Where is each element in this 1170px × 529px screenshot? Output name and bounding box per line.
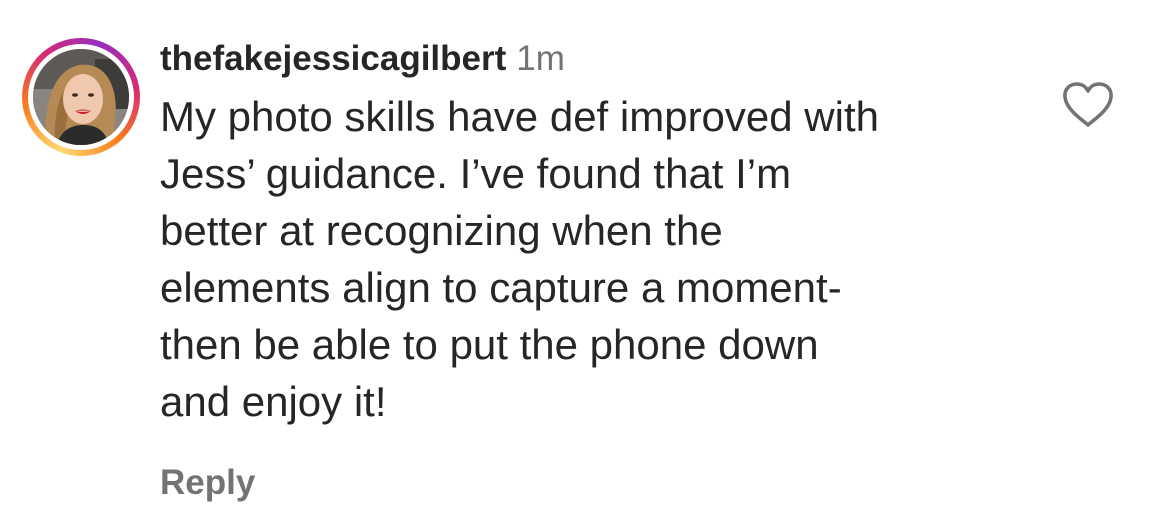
comment-line-6: and enjoy it! <box>160 378 387 425</box>
comment-text: My photo skills have def improved with J… <box>160 88 1040 430</box>
comment-line-5: then be able to put the phone down <box>160 321 819 368</box>
heart-outline-icon <box>1063 82 1113 127</box>
timestamp: 1m <box>516 39 565 78</box>
avatar-gap <box>28 44 134 150</box>
username[interactable]: thefakejessicagilbert <box>160 39 506 78</box>
comment-line-4: elements align to capture a moment- <box>160 264 842 311</box>
story-ring[interactable] <box>22 38 140 156</box>
reply-button[interactable]: Reply <box>160 458 255 508</box>
comment: thefakejessicagilbert 1m My photo skills … <box>0 0 1170 529</box>
like-button[interactable] <box>1060 80 1116 130</box>
comment-line-1: My photo skills have def improved with <box>160 93 879 140</box>
avatar-photo <box>33 49 129 145</box>
avatar[interactable] <box>33 49 129 145</box>
comment-line-2: Jess’ guidance. I’ve found that I’m <box>160 150 792 197</box>
comment-body: thefakejessicagilbert 1m My photo skills … <box>160 30 1040 430</box>
comment-line-3: better at recognizing when the <box>160 207 723 254</box>
comment-header: thefakejessicagilbert 1m <box>160 30 1040 88</box>
